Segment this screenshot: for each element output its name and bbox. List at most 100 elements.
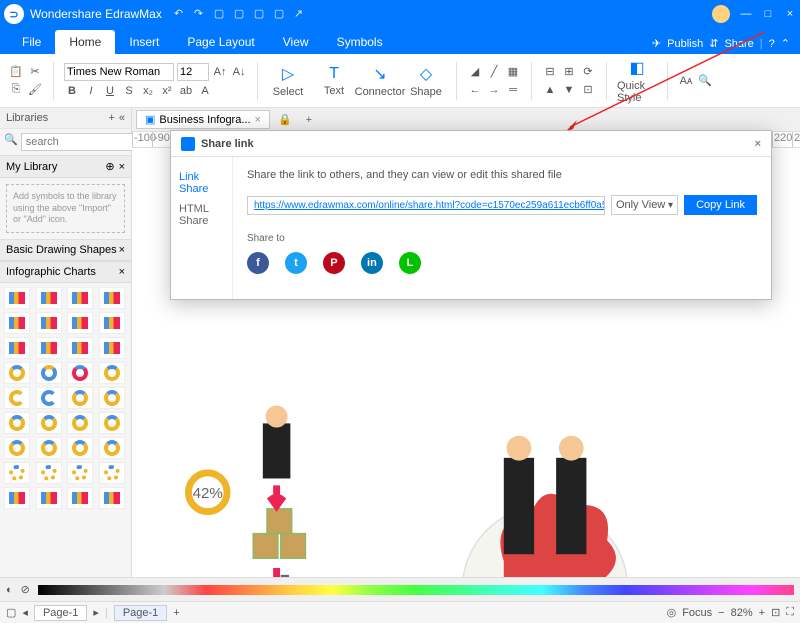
help-icon[interactable]: ? xyxy=(769,38,775,50)
facebook-icon[interactable]: f xyxy=(247,252,269,274)
shape-thumb[interactable] xyxy=(67,462,93,484)
open-icon[interactable]: ▢ xyxy=(234,7,248,21)
copy-icon[interactable]: ⎘ xyxy=(8,82,24,98)
linkedin-icon[interactable]: in xyxy=(361,252,383,274)
tab-file[interactable]: File xyxy=(8,30,55,54)
shape-thumb[interactable] xyxy=(99,412,125,434)
connector-tool[interactable]: ↘Connector xyxy=(360,59,400,103)
font-color-icon[interactable]: A xyxy=(197,83,213,99)
shape-thumb[interactable] xyxy=(36,462,62,484)
format-painter-icon[interactable]: 🖌 xyxy=(27,82,43,98)
bold-icon[interactable]: B xyxy=(64,83,80,99)
decrease-font-icon[interactable]: A↓ xyxy=(231,64,247,80)
send-back-icon[interactable]: ▼ xyxy=(561,82,577,98)
quick-style[interactable]: ◧Quick Style xyxy=(617,59,657,103)
shape-thumb[interactable] xyxy=(4,312,30,334)
select-tool[interactable]: ▷Select xyxy=(268,59,308,103)
shape-thumb[interactable] xyxy=(99,487,125,509)
font-size-select[interactable] xyxy=(177,63,209,81)
section-close-icon[interactable]: × xyxy=(119,244,125,256)
permission-select[interactable]: Only View ▾ xyxy=(611,195,678,215)
highlight-icon[interactable]: ab xyxy=(178,83,194,99)
line-icon[interactable]: ╱ xyxy=(486,64,502,80)
shape-thumb[interactable] xyxy=(4,412,30,434)
close-tab-icon[interactable]: × xyxy=(255,114,261,126)
section-close-icon[interactable]: × xyxy=(119,161,125,173)
no-color-icon[interactable]: ⊘ xyxy=(21,583,30,596)
shape-thumb[interactable] xyxy=(67,337,93,359)
shape-thumb[interactable] xyxy=(4,437,30,459)
next-page-icon[interactable]: ▸ xyxy=(93,606,99,619)
group-icon[interactable]: ⊞ xyxy=(561,64,577,80)
shape-thumb[interactable] xyxy=(4,462,30,484)
shape-thumb[interactable] xyxy=(36,387,62,409)
fill-icon[interactable]: ◢ xyxy=(467,64,483,80)
text-tool[interactable]: TText xyxy=(314,59,354,103)
redo-icon[interactable]: ↷ xyxy=(194,7,208,21)
user-avatar[interactable] xyxy=(712,5,730,23)
copy-link-button[interactable]: Copy Link xyxy=(684,195,757,215)
shape-thumb[interactable] xyxy=(67,412,93,434)
shape-thumb[interactable] xyxy=(36,287,62,309)
maximize-icon[interactable]: □ xyxy=(762,8,774,20)
print-icon[interactable]: ▢ xyxy=(274,7,288,21)
strike-icon[interactable]: S xyxy=(121,83,137,99)
shape-tool[interactable]: ◇Shape xyxy=(406,59,446,103)
increase-font-icon[interactable]: A↑ xyxy=(212,64,228,80)
pinterest-icon[interactable]: P xyxy=(323,252,345,274)
shape-thumb[interactable] xyxy=(99,337,125,359)
shape-thumb[interactable] xyxy=(67,287,93,309)
shape-thumb[interactable] xyxy=(4,387,30,409)
lock-tab-icon[interactable]: 🔒 xyxy=(272,111,298,128)
font-family-select[interactable] xyxy=(64,63,174,81)
infographic-charts-section[interactable]: Infographic Charts xyxy=(6,266,96,278)
bring-front-icon[interactable]: ▲ xyxy=(542,82,558,98)
document-tab[interactable]: ▣Business Infogra...× xyxy=(136,110,270,129)
shape-thumb[interactable] xyxy=(4,487,30,509)
tab-view[interactable]: View xyxy=(269,30,323,54)
superscript-icon[interactable]: x² xyxy=(159,83,175,99)
subscript-icon[interactable]: x₂ xyxy=(140,83,156,99)
cut-icon[interactable]: ✂ xyxy=(27,64,43,80)
share-url-field[interactable]: https://www.edrawmax.com/online/share.ht… xyxy=(247,196,605,215)
html-share-tab[interactable]: HTML Share xyxy=(179,199,224,231)
color-palette[interactable] xyxy=(38,585,794,595)
italic-icon[interactable]: I xyxy=(83,83,99,99)
shape-thumb[interactable] xyxy=(36,337,62,359)
library-collapse-icon[interactable]: « xyxy=(119,112,125,124)
shape-thumb[interactable] xyxy=(36,312,62,334)
basic-shapes-section[interactable]: Basic Drawing Shapes xyxy=(6,244,117,256)
font-preset-icon[interactable]: Aᴀ xyxy=(678,73,694,89)
add-page-icon[interactable]: + xyxy=(173,607,179,619)
tab-symbols[interactable]: Symbols xyxy=(323,30,397,54)
shape-thumb[interactable] xyxy=(99,387,125,409)
fullscreen-icon[interactable]: ⛶ xyxy=(786,606,794,619)
line-style-icon[interactable]: ═ xyxy=(505,82,521,98)
page-tab-active[interactable]: Page-1 xyxy=(114,605,167,621)
tab-insert[interactable]: Insert xyxy=(115,30,173,54)
focus-icon[interactable]: ◎ xyxy=(667,606,677,619)
shape-thumb[interactable] xyxy=(67,387,93,409)
minimize-icon[interactable]: — xyxy=(740,8,752,20)
shape-thumb[interactable] xyxy=(67,312,93,334)
zoom-in-icon[interactable]: + xyxy=(759,607,765,619)
collapse-ribbon-icon[interactable]: ⌃ xyxy=(781,37,790,50)
save-icon[interactable]: ▢ xyxy=(254,7,268,21)
new-icon[interactable]: ▢ xyxy=(214,7,228,21)
publish-button[interactable]: Publish xyxy=(667,38,703,50)
shape-thumb[interactable] xyxy=(4,287,30,309)
shape-thumb[interactable] xyxy=(4,337,30,359)
page-nav-icon[interactable]: ▢ xyxy=(6,606,16,619)
shape-thumb[interactable] xyxy=(99,462,125,484)
tab-page-layout[interactable]: Page Layout xyxy=(173,30,268,54)
arrow-end-icon[interactable]: → xyxy=(486,82,502,98)
eyedropper-icon[interactable]: ◐ xyxy=(6,584,13,596)
shape-thumb[interactable] xyxy=(36,412,62,434)
new-tab-icon[interactable]: + xyxy=(300,112,318,128)
shape-thumb[interactable] xyxy=(99,437,125,459)
line-icon[interactable]: L xyxy=(399,252,421,274)
paste-icon[interactable]: 📋 xyxy=(8,64,24,80)
share-button[interactable]: Share xyxy=(724,38,753,50)
shape-thumb[interactable] xyxy=(36,437,62,459)
underline-icon[interactable]: U xyxy=(102,83,118,99)
